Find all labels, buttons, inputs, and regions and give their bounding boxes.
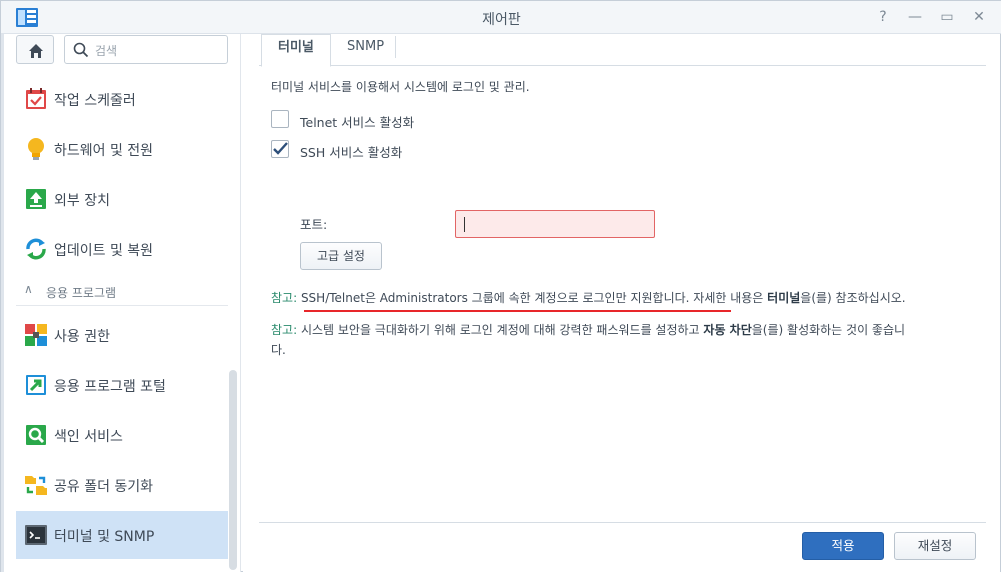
note-text: 시스템 보안을 극대화하기 위해 로그인 계정에 대해 강력한 패스워드를 설정… bbox=[297, 323, 704, 337]
sidebar-item-terminal-snmp[interactable]: 터미널 및 SNMP bbox=[16, 511, 228, 559]
shared-folder-sync-icon bbox=[25, 476, 47, 495]
telnet-checkbox[interactable] bbox=[271, 110, 289, 128]
control-panel-window: 제어판 ? — ▭ ✕ 검색 작업 스케줄러 하드웨어 및 전원 외부 장치 업… bbox=[0, 0, 1001, 572]
advanced-settings-button[interactable]: 고급 설정 bbox=[300, 242, 382, 270]
app-portal-icon bbox=[26, 375, 46, 395]
maximize-icon[interactable]: ▭ bbox=[938, 8, 956, 26]
section-header-label: 응용 프로그램 bbox=[46, 286, 117, 300]
note-password: 참고: 시스템 보안을 극대화하기 위해 로그인 계정에 대해 강력한 패스워드… bbox=[271, 321, 905, 338]
sidebar-item-label: 작업 스케줄러 bbox=[54, 93, 136, 109]
home-button[interactable] bbox=[16, 35, 54, 64]
telnet-label: Telnet 서비스 활성화 bbox=[300, 115, 415, 130]
close-icon[interactable]: ✕ bbox=[970, 8, 988, 26]
lightbulb-icon bbox=[28, 138, 44, 160]
help-icon[interactable]: ? bbox=[874, 8, 892, 26]
text-caret bbox=[464, 217, 465, 232]
terminal-icon bbox=[25, 525, 47, 545]
indexing-service-icon bbox=[26, 425, 46, 445]
main-panel: 터미널 SNMP 터미널 서비스를 이용해서 시스템에 로그인 및 관리. Te… bbox=[243, 34, 1000, 572]
description-text: 터미널 서비스를 이용해서 시스템에 로그인 및 관리. bbox=[271, 80, 530, 94]
sidebar-item-label: 응용 프로그램 포털 bbox=[54, 379, 166, 395]
tab-divider bbox=[395, 36, 396, 58]
privileges-icon bbox=[25, 324, 47, 346]
sidebar-edge bbox=[1, 34, 4, 572]
footer-divider bbox=[259, 522, 986, 523]
sidebar-item-label: 공유 폴더 동기화 bbox=[54, 479, 154, 495]
sidebar-item-indexing-service[interactable]: 색인 서비스 bbox=[16, 411, 228, 459]
sidebar-scrollbar[interactable] bbox=[229, 370, 237, 570]
ssh-label: SSH 서비스 활성화 bbox=[300, 145, 403, 160]
port-label: 포트: bbox=[300, 217, 328, 232]
tab-bar: 터미널 SNMP bbox=[259, 34, 986, 67]
sidebar-item-label: 사용 권한 bbox=[54, 329, 110, 345]
external-device-icon bbox=[26, 189, 46, 209]
auto-block-link[interactable]: 자동 차단 bbox=[703, 323, 751, 337]
checkmark-icon bbox=[273, 142, 288, 155]
note-text-end: 을(를) 참조하십시오. bbox=[800, 291, 906, 305]
note-prefix: 참고: bbox=[271, 323, 298, 337]
update-restore-icon bbox=[26, 238, 46, 260]
sidebar-item-label: 외부 장치 bbox=[54, 193, 110, 209]
apply-button[interactable]: 적용 bbox=[802, 532, 884, 560]
tab-terminal[interactable]: 터미널 bbox=[261, 34, 331, 67]
search-input[interactable]: 검색 bbox=[64, 35, 228, 64]
window-title: 제어판 bbox=[482, 12, 521, 28]
reset-button[interactable]: 재설정 bbox=[894, 532, 976, 560]
ssh-checkbox[interactable] bbox=[271, 140, 289, 158]
note-text: SSH/Telnet은 Administrators 그룹에 속한 계정으로 로… bbox=[297, 291, 768, 305]
chevron-up-icon: ∧ bbox=[24, 282, 33, 296]
section-header-applications[interactable]: ∧ 응용 프로그램 bbox=[16, 274, 228, 306]
sidebar-item-external-devices[interactable]: 외부 장치 bbox=[16, 175, 228, 223]
note-prefix: 참고: bbox=[271, 291, 298, 305]
red-underline-annotation bbox=[304, 310, 731, 312]
sidebar-item-update-restore[interactable]: 업데이트 및 복원 bbox=[16, 225, 228, 273]
title-bar: 제어판 ? — ▭ ✕ bbox=[1, 1, 1001, 34]
minimize-icon[interactable]: — bbox=[906, 8, 924, 26]
sidebar-item-app-portal[interactable]: 응용 프로그램 포털 bbox=[16, 361, 228, 409]
sidebar-item-task-scheduler[interactable]: 작업 스케줄러 bbox=[16, 75, 228, 123]
sidebar-item-privileges[interactable]: 사용 권한 bbox=[16, 311, 228, 359]
tab-snmp[interactable]: SNMP bbox=[331, 34, 400, 66]
sidebar-item-label: 하드웨어 및 전원 bbox=[54, 143, 154, 159]
sidebar-item-hardware-power[interactable]: 하드웨어 및 전원 bbox=[16, 125, 228, 173]
sidebar-item-label: 업데이트 및 복원 bbox=[54, 243, 154, 259]
note-ssh-admin: 참고: SSH/Telnet은 Administrators 그룹에 속한 계정… bbox=[271, 289, 906, 306]
home-icon bbox=[29, 44, 43, 58]
search-placeholder: 검색 bbox=[95, 44, 118, 58]
sidebar-item-label: 색인 서비스 bbox=[54, 429, 123, 445]
sidebar-item-label: 터미널 및 SNMP bbox=[54, 529, 155, 545]
sidebar: 검색 작업 스케줄러 하드웨어 및 전원 외부 장치 업데이트 및 복원 ∧ 응… bbox=[1, 34, 241, 572]
sidebar-item-shared-folder-sync[interactable]: 공유 폴더 동기화 bbox=[16, 461, 228, 509]
note-password-wrap: 다. bbox=[271, 343, 286, 357]
note-text-end: 을(를) 활성화하는 것이 좋습니 bbox=[751, 323, 906, 337]
task-scheduler-icon bbox=[26, 88, 46, 109]
search-icon bbox=[73, 42, 89, 58]
terminal-link[interactable]: 터미널 bbox=[767, 291, 800, 305]
port-field[interactable] bbox=[455, 210, 655, 238]
